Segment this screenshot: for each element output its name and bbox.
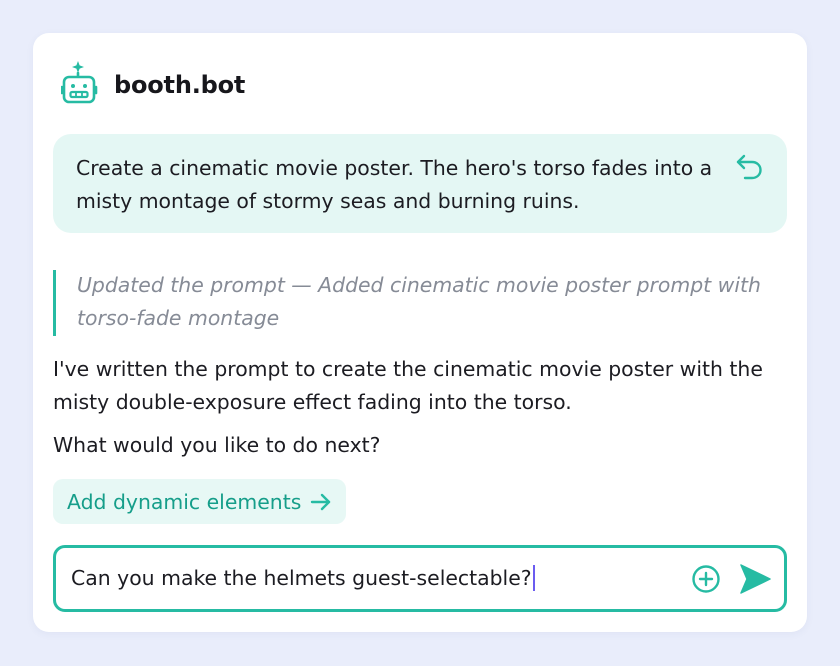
header: booth.bot [61,59,245,109]
user-message-text: Create a cinematic movie poster. The her… [76,156,713,213]
plus-circle-icon [692,565,720,593]
add-attachment-button[interactable] [690,563,722,595]
chat-panel: booth.bot Create a cinematic movie poste… [33,33,807,632]
status-note: Updated the prompt — Added cinematic mov… [53,270,776,336]
undo-icon [736,154,762,180]
assistant-question: What would you like to do next? [53,433,381,457]
message-input[interactable]: Can you make the helmets guest-selectabl… [71,562,641,594]
brand-name: booth.bot [114,71,246,99]
arrow-right-icon [310,492,332,512]
send-button[interactable] [737,561,773,597]
status-note-text: Updated the prompt — Added cinematic mov… [77,273,761,330]
suggestion-add-dynamic-elements[interactable]: Add dynamic elements [53,479,347,524]
text-caret [532,565,535,591]
message-composer[interactable]: Can you make the helmets guest-selectabl… [53,545,787,612]
send-icon [740,564,771,594]
assistant-reply: I've written the prompt to create the ci… [53,357,763,414]
message-input-value: Can you make the helmets guest-selectabl… [71,566,532,590]
robot-icon [61,61,98,104]
user-message-bubble: Create a cinematic movie poster. The her… [53,134,787,233]
suggestion-label: Add dynamic elements [67,489,302,514]
undo-button[interactable] [731,150,767,184]
